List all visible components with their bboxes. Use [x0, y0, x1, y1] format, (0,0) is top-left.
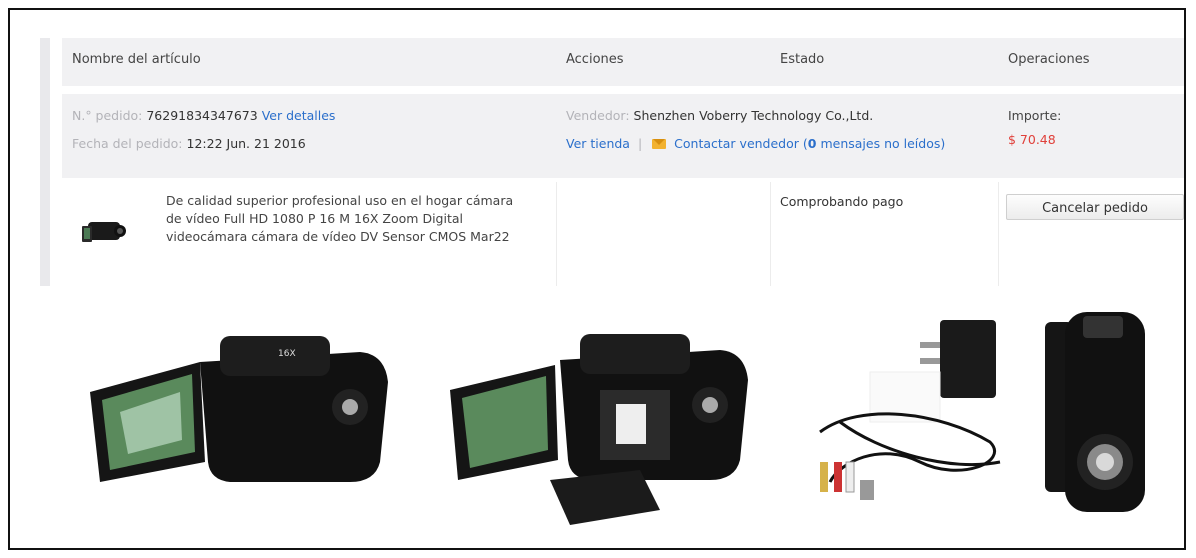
order-number-line: N.° pedido: 76291834347673 Ver detalles: [72, 108, 335, 123]
order-amount: $ 70.48: [1008, 132, 1056, 147]
item-status: Comprobando pago: [780, 194, 904, 209]
unread-text: mensajes no leídos): [820, 136, 946, 151]
order-date-line: Fecha del pedido: 12:22 Jun. 21 2016: [72, 136, 306, 151]
contact-seller-link[interactable]: Contactar vendedor (0 mensajes no leídos…: [674, 136, 945, 151]
camcorder-front-photo: [1045, 312, 1145, 512]
header-item-name: Nombre del artículo: [72, 52, 201, 67]
left-gutter: [40, 38, 50, 286]
order-item-row: De calidad superior profesional uso en e…: [62, 182, 1184, 286]
item-title[interactable]: De calidad superior profesional uso en e…: [166, 192, 526, 246]
contact-seller-label: Contactar vendedor: [674, 136, 799, 151]
camcorder-photo-battery: [450, 334, 748, 525]
header-status: Estado: [780, 52, 825, 67]
order-info-row: N.° pedido: 76291834347673 Ver detalles …: [62, 94, 1184, 178]
seller-links-line: Ver tienda | Contactar vendedor (0 mensa…: [566, 136, 945, 151]
column-divider: [998, 182, 999, 286]
camcorder-photo-open: 16X: [90, 336, 388, 482]
cancel-order-button[interactable]: Cancelar pedido: [1006, 194, 1184, 220]
order-number-label: N.° pedido:: [72, 108, 143, 123]
column-divider: [556, 182, 557, 286]
column-divider: [770, 182, 771, 286]
seller-name: Shenzhen Voberry Technology Co.,Ltd.: [633, 108, 874, 123]
order-number: 76291834347673: [146, 108, 258, 123]
camera-badge: 16X: [278, 349, 296, 359]
header-actions: Acciones: [566, 52, 624, 67]
seller-line: Vendedor: Shenzhen Voberry Technology Co…: [566, 108, 873, 123]
amount-label: Importe:: [1008, 108, 1062, 123]
table-header: Nombre del artículo Acciones Estado Oper…: [62, 38, 1184, 86]
order-date-label: Fecha del pedido:: [72, 136, 183, 151]
seller-label: Vendedor:: [566, 108, 630, 123]
accessories-photo: [819, 320, 1001, 500]
order-date: 12:22 Jun. 21 2016: [186, 136, 306, 151]
unread-count: 0: [807, 136, 817, 151]
product-photos: 16X: [10, 292, 1184, 532]
screenshot-frame: Nombre del artículo Acciones Estado Oper…: [8, 8, 1186, 550]
order-details-link[interactable]: Ver detalles: [262, 108, 336, 123]
links-separator: |: [637, 136, 643, 151]
envelope-icon: [652, 139, 667, 149]
header-operations: Operaciones: [1008, 52, 1090, 67]
store-link[interactable]: Ver tienda: [566, 136, 630, 151]
camera-thumbnail: [82, 222, 126, 242]
